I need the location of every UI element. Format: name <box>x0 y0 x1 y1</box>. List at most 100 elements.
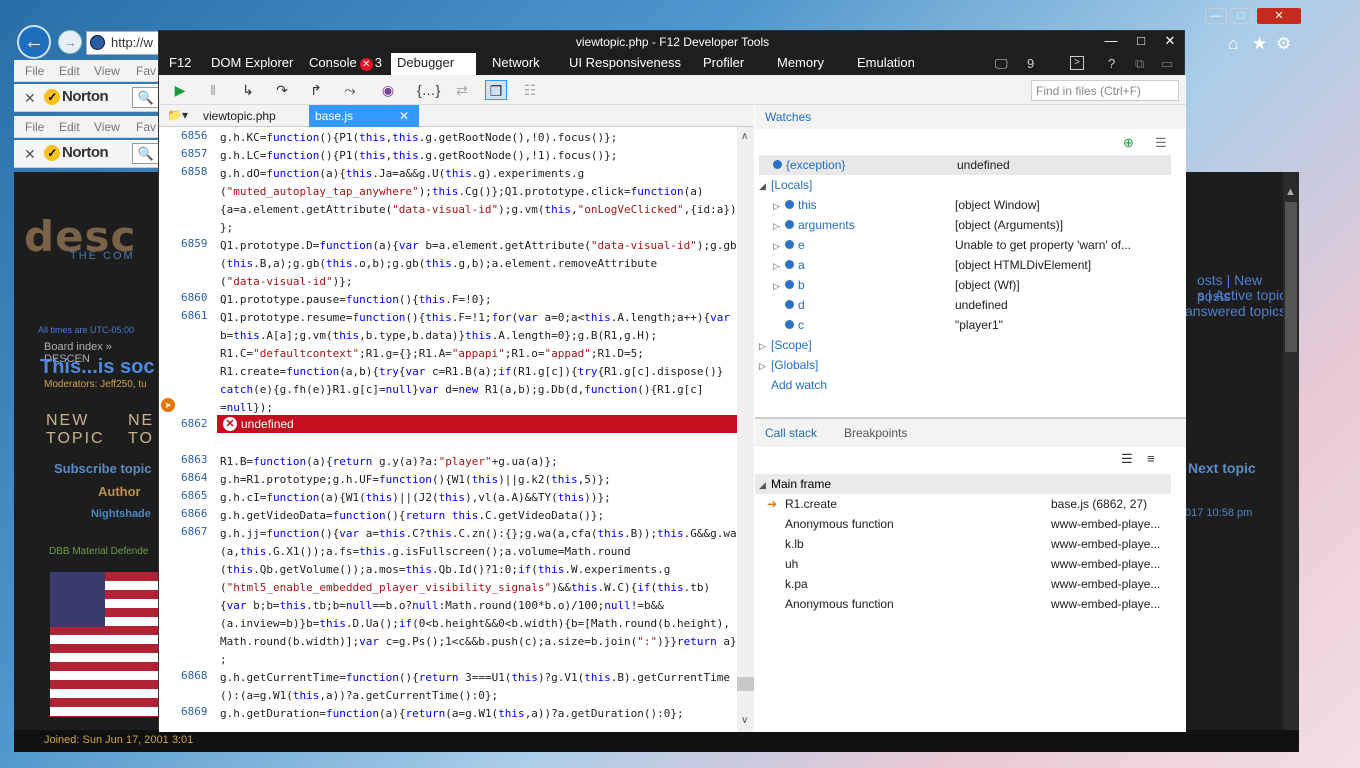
scroll-up-icon[interactable]: ∧ <box>741 131 748 142</box>
line-number[interactable]: 6869 <box>181 705 211 718</box>
line-number[interactable]: 6857 <box>181 147 211 160</box>
file-tab-viewtopic[interactable]: viewtopic.php <box>197 105 282 127</box>
word-wrap-icon[interactable]: ⇄ <box>451 80 473 100</box>
watch-row[interactable]: ▷ b [object (Wf)] <box>755 275 1175 295</box>
close-icon[interactable]: ✕ <box>399 105 409 127</box>
step-into-icon[interactable]: ↳ <box>237 80 259 100</box>
maximize-button[interactable]: □ <box>1230 8 1252 24</box>
callstack-frame[interactable]: k.lb www-embed-playe... <box>755 534 1175 554</box>
break-on-new-worker-icon[interactable]: ⤳ <box>339 80 361 100</box>
line-number[interactable]: 6861 <box>181 309 211 322</box>
scroll-thumb[interactable] <box>1285 202 1297 352</box>
line-number[interactable]: 6867 <box>181 525 211 538</box>
folder-icon[interactable]: 📁▾ <box>167 108 188 122</box>
line-number[interactable]: 6862 <box>181 417 211 430</box>
code-scrollbar[interactable]: ∧ ∨ <box>737 127 754 732</box>
close-icon[interactable]: ✕ <box>24 90 36 107</box>
line-number[interactable]: 6856 <box>181 129 211 142</box>
scroll-thumb[interactable] <box>737 677 754 691</box>
callstack-frame[interactable]: Anonymous function www-embed-playe... <box>755 594 1175 614</box>
dock-icon[interactable]: ▭ <box>1161 56 1173 72</box>
pin-icon[interactable]: ⧉ <box>1135 56 1144 72</box>
help-icon[interactable]: ? <box>1108 56 1115 71</box>
watch-row[interactable]: d undefined <box>755 295 1175 315</box>
tab-memory[interactable]: Memory <box>771 53 830 75</box>
callstack-frame[interactable]: ➔ R1.create base.js (6862, 27) <box>755 494 1175 514</box>
watch-row[interactable]: ▷ e Unable to get property 'warn' of... <box>755 235 1175 255</box>
menu-file[interactable]: File <box>25 64 44 78</box>
search-icon[interactable]: 🔍 <box>132 87 160 108</box>
tab-console[interactable]: Console ✕ 3 <box>303 53 388 75</box>
callstack-frame[interactable]: uh www-embed-playe... <box>755 554 1175 574</box>
subscribe-topic-link[interactable]: Subscribe topic <box>54 461 152 476</box>
source-map-icon[interactable]: ☷ <box>519 80 541 100</box>
topic-title[interactable]: This...is soc <box>40 356 154 379</box>
continue-icon[interactable]: ▶ <box>169 80 191 100</box>
tab-dom-explorer[interactable]: DOM Explorer <box>205 53 299 75</box>
target-icon[interactable]: 🖵 <box>995 56 1008 72</box>
watch-row[interactable]: ◢ [Locals] <box>755 175 1175 195</box>
delete-all-watches-icon[interactable]: ☰ <box>1155 135 1167 151</box>
home-icon[interactable]: ⌂ <box>1228 34 1238 54</box>
exception-behavior-icon[interactable]: ◉ <box>377 80 399 100</box>
menu-favorites[interactable]: Fav <box>136 64 156 78</box>
watch-row[interactable]: ▷ [Globals] <box>755 355 1175 375</box>
page-scrollbar[interactable]: ▲ <box>1283 172 1299 734</box>
line-number[interactable]: 6866 <box>181 507 211 520</box>
tab-network[interactable]: Network <box>486 53 546 75</box>
line-number[interactable]: 6863 <box>181 453 211 466</box>
show-frames-icon[interactable]: ☰ <box>1121 451 1133 467</box>
just-my-code-icon[interactable]: ❐ <box>485 80 507 100</box>
watch-row[interactable]: ▷ a [object HTMLDivElement] <box>755 255 1175 275</box>
reply-button[interactable]: NE TO <box>128 412 154 448</box>
gear-icon[interactable]: ⚙ <box>1276 34 1291 54</box>
watch-row[interactable]: ▷ arguments [object (Arguments)] <box>755 215 1175 235</box>
close-icon[interactable]: ✕ <box>24 146 36 163</box>
step-over-icon[interactable]: ↷ <box>271 80 293 100</box>
minimize-button[interactable]: — <box>1101 33 1121 48</box>
async-icon[interactable]: ≡ <box>1147 451 1155 466</box>
maximize-button[interactable]: □ <box>1131 33 1151 48</box>
new-topic-button[interactable]: NEW TOPIC <box>46 412 105 448</box>
line-number[interactable]: 6865 <box>181 489 211 502</box>
tab-profiler[interactable]: Profiler <box>697 53 750 75</box>
file-tab-basejs[interactable]: base.js ✕ <box>309 105 419 127</box>
tab-f12[interactable]: F12 <box>163 53 197 75</box>
callstack-frame[interactable]: Anonymous function www-embed-playe... <box>755 514 1175 534</box>
line-number[interactable]: 6859 <box>181 237 211 250</box>
watch-row-exception[interactable]: {exception} undefined <box>759 155 1171 175</box>
watch-row[interactable]: ▷ this [object Window] <box>755 195 1175 215</box>
menu-edit[interactable]: Edit <box>59 64 80 78</box>
menu-view-2[interactable]: View <box>94 120 120 134</box>
line-number[interactable]: 6858 <box>181 165 211 178</box>
add-watch-icon[interactable]: ⊕ <box>1123 135 1134 151</box>
tab-ui-responsiveness[interactable]: UI Responsiveness <box>563 53 687 75</box>
next-topic-link[interactable]: Next topic <box>1188 460 1256 476</box>
back-button[interactable]: ← <box>17 25 51 59</box>
add-watch-link[interactable]: Add watch <box>755 375 1175 395</box>
line-number[interactable]: 6860 <box>181 291 211 304</box>
right-link-active-topics[interactable]: s | Active topics <box>1197 287 1293 303</box>
menu-favorites-2[interactable]: Fav <box>136 120 156 134</box>
main-frame-group[interactable]: ◢ Main frame <box>755 474 1171 494</box>
watch-row[interactable]: c "player1" <box>755 315 1175 335</box>
close-button[interactable]: ✕ <box>1160 33 1180 49</box>
menu-view[interactable]: View <box>94 64 120 78</box>
tab-call-stack[interactable]: Call stack <box>765 421 817 445</box>
right-link-unanswered[interactable]: answered topics <box>1185 303 1286 319</box>
callstack-frame[interactable]: k.pa www-embed-playe... <box>755 574 1175 594</box>
menu-edit-2[interactable]: Edit <box>59 120 80 134</box>
scroll-up-icon[interactable]: ▲ <box>1285 186 1296 198</box>
close-button[interactable]: ✕ <box>1257 8 1301 24</box>
pretty-print-icon[interactable]: {…} <box>417 80 440 100</box>
tab-breakpoints[interactable]: Breakpoints <box>844 421 907 445</box>
forward-button[interactable]: → <box>58 30 82 54</box>
author-name[interactable]: Nightshade <box>91 508 151 520</box>
tab-debugger[interactable]: Debugger‖ <box>391 53 476 91</box>
step-out-icon[interactable]: ↱ <box>305 80 327 100</box>
console-toggle-icon[interactable]: > <box>1070 56 1084 70</box>
scroll-down-icon[interactable]: ∨ <box>741 715 748 726</box>
line-number[interactable]: 6864 <box>181 471 211 484</box>
search-icon[interactable]: 🔍 <box>132 143 160 164</box>
tab-emulation[interactable]: Emulation <box>851 53 921 75</box>
